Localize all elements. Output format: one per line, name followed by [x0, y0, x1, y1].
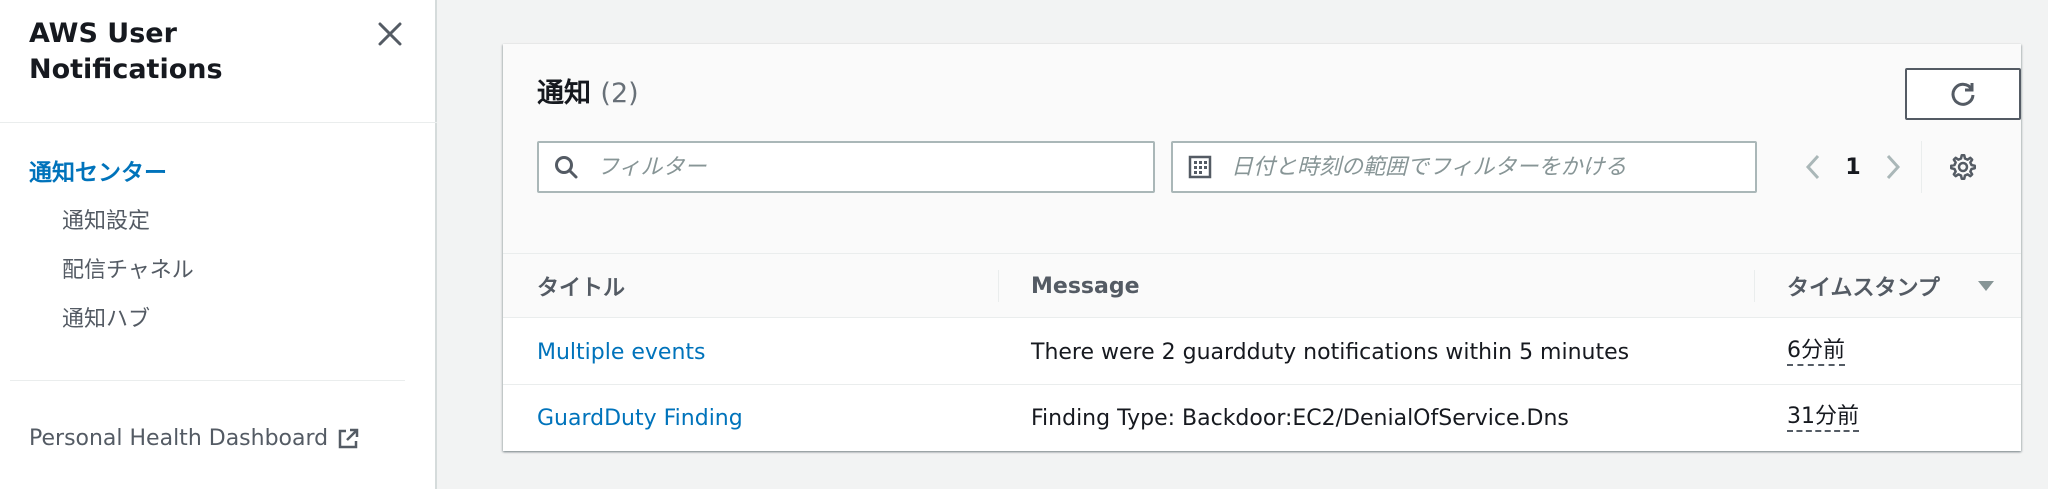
sidebar-item-notification-hubs[interactable]: 通知ハブ — [62, 305, 150, 335]
notification-title-link[interactable]: GuardDuty Finding — [537, 406, 743, 431]
chevron-left-icon — [1805, 154, 1820, 180]
sidebar-item-delivery-channels[interactable]: 配信チャネル — [62, 256, 194, 286]
sort-button[interactable] — [1976, 276, 1996, 296]
refresh-icon — [1951, 82, 1975, 106]
sort-descending-icon — [1978, 281, 1994, 291]
sidebar-divider — [10, 380, 405, 381]
close-icon — [378, 22, 402, 46]
notification-timestamp[interactable]: 31分前 — [1787, 404, 1859, 432]
column-header-timestamp[interactable]: タイムスタンプ — [1787, 254, 1940, 318]
panel-title-text: 通知 — [537, 78, 591, 109]
notification-message: There were 2 guardduty notifications wit… — [1031, 339, 1630, 365]
refresh-button[interactable] — [1905, 68, 2021, 120]
search-input[interactable] — [539, 143, 1153, 191]
sidebar: AWS User Notifications 通知センター 通知設定 配信チャネ… — [0, 0, 437, 489]
sidebar-link-label: Personal Health Dashboard — [29, 426, 329, 451]
date-range-filter — [1171, 141, 1757, 193]
sidebar-divider — [0, 122, 437, 123]
pager-divider — [1921, 141, 1922, 193]
pagination: 1 — [1793, 141, 1922, 193]
column-divider — [1754, 270, 1755, 302]
panel-header: 通知 (2) フィルター 日付と時刻の範囲でフィルターをかける 1 — [503, 44, 2021, 254]
notification-title-link[interactable]: Multiple events — [537, 340, 706, 365]
notification-count: (2) — [600, 78, 639, 109]
current-page-number[interactable]: 1 — [1833, 155, 1873, 180]
table-row: GuardDuty Finding Finding Type: Backdoor… — [503, 385, 2021, 451]
notifications-panel: 通知 (2) フィルター 日付と時刻の範囲でフィルターをかける 1 タイトル M… — [503, 44, 2021, 451]
next-page-button[interactable] — [1873, 147, 1913, 187]
preferences-button[interactable] — [1943, 147, 1983, 187]
table-header: タイトル Message タイムスタンプ — [503, 254, 2021, 318]
sidebar-item-notification-center[interactable]: 通知センター — [29, 157, 167, 189]
column-header-message[interactable]: Message — [1031, 254, 1140, 318]
table-row: Multiple events There were 2 guardduty n… — [503, 319, 2021, 385]
sidebar-item-notification-settings[interactable]: 通知設定 — [62, 207, 150, 237]
sidebar-title: AWS User Notifications — [29, 18, 223, 85]
previous-page-button[interactable] — [1793, 147, 1833, 187]
chevron-right-icon — [1886, 154, 1901, 180]
column-divider — [998, 270, 999, 302]
notification-message: Finding Type: Backdoor:EC2/DenialOfServi… — [1031, 405, 1569, 431]
panel-title: 通知 (2) — [537, 76, 639, 112]
search-filter — [537, 141, 1155, 193]
notification-timestamp[interactable]: 6分前 — [1787, 338, 1845, 366]
column-header-title[interactable]: タイトル — [537, 254, 625, 318]
external-link-icon — [338, 428, 359, 449]
sidebar-link-personal-health-dashboard[interactable]: Personal Health Dashboard — [29, 424, 360, 454]
date-range-input[interactable] — [1173, 143, 1755, 191]
close-button[interactable] — [372, 16, 408, 52]
gear-icon — [1950, 154, 1976, 180]
